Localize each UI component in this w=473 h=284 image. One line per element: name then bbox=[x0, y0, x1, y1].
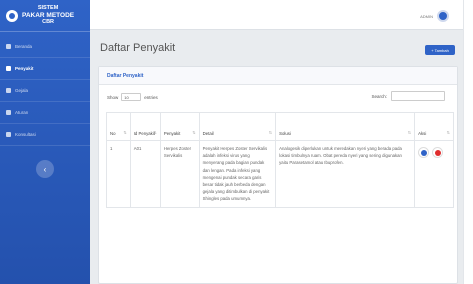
row-actions bbox=[418, 145, 450, 158]
delete-button[interactable] bbox=[432, 147, 444, 158]
trash-icon bbox=[434, 149, 441, 156]
col-header-solusi[interactable]: Solusi ⇅ bbox=[275, 112, 416, 141]
list-icon bbox=[6, 88, 11, 93]
vertical-scrollbar[interactable] bbox=[463, 0, 473, 284]
search-label: Search: bbox=[371, 93, 387, 99]
entries-label: entries bbox=[144, 94, 158, 100]
search-input[interactable] bbox=[391, 91, 445, 101]
cell-penyakit: Herpes Zoster Servikalis bbox=[159, 140, 200, 208]
sort-icon: ⇅ bbox=[407, 130, 412, 135]
topbar: ADMIN bbox=[90, 0, 463, 30]
brand[interactable]: SISTEM PAKAR METODE CBR bbox=[0, 0, 90, 32]
col-header-no[interactable]: No ⇅ bbox=[106, 112, 131, 141]
sidebar-item-penyakit[interactable]: Penyakit bbox=[0, 58, 90, 80]
brand-line2: PAKAR METODE bbox=[22, 12, 75, 19]
edit-icon bbox=[420, 149, 427, 156]
sort-icon: ⇅ bbox=[268, 130, 273, 135]
sidebar-item-konsultasi[interactable]: Konsultasi bbox=[0, 124, 90, 146]
user-icon bbox=[6, 132, 11, 137]
show-label: Show bbox=[107, 94, 119, 100]
cell-solusi: Analogesik diperlukan untuk meredakan ny… bbox=[275, 140, 416, 208]
sidebar-item-label: Penyakit bbox=[15, 66, 34, 71]
cell-id: A01 bbox=[129, 140, 161, 208]
rules-icon bbox=[6, 110, 11, 115]
user-menu[interactable]: ADMIN bbox=[420, 10, 449, 22]
sidebar-item-label: Beranda bbox=[15, 44, 33, 49]
sidebar-toggle-button[interactable]: ‹ bbox=[36, 160, 54, 178]
table-icon bbox=[6, 66, 11, 71]
sort-icon: ⇅ bbox=[192, 130, 196, 135]
cell-detail: Penyakit Herpes Zoster Servikalis adalah… bbox=[198, 140, 277, 208]
card-title: Daftar Penyakit bbox=[99, 67, 457, 85]
add-button[interactable]: + Tambah bbox=[425, 45, 455, 55]
logo-icon bbox=[6, 9, 18, 22]
sidebar-item-label: Gejala bbox=[15, 88, 29, 93]
data-table: No ⇅ Id Penyakit ⇅ Penyakit ⇅ Detail ⇅ Solus… bbox=[106, 112, 454, 208]
table-controls: Show 10 entries Search: bbox=[99, 85, 457, 107]
sort-icon: ⇅ bbox=[446, 130, 450, 135]
page-title: Daftar Penyakit bbox=[100, 42, 176, 54]
cell-no: 1 bbox=[106, 140, 131, 208]
cell-aksi bbox=[414, 140, 454, 208]
entries-select[interactable]: 10 bbox=[121, 93, 142, 101]
sort-icon: ⇅ bbox=[153, 130, 157, 135]
col-header-penyakit[interactable]: Penyakit ⇅ bbox=[159, 112, 200, 141]
chevron-left-icon: ‹ bbox=[43, 164, 47, 174]
brand-line3: CBR bbox=[42, 19, 55, 25]
sidebar: SISTEM PAKAR METODE CBR Beranda Penyakit… bbox=[0, 0, 90, 284]
col-header-id[interactable]: Id Penyakit ⇅ bbox=[129, 112, 161, 141]
sort-icon: ⇅ bbox=[123, 130, 127, 135]
sidebar-item-gejala[interactable]: Gejala bbox=[0, 80, 90, 102]
sidebar-nav: Beranda Penyakit Gejala Aturan Konsultas… bbox=[0, 36, 90, 146]
brand-line1: SISTEM bbox=[37, 5, 59, 11]
avatar bbox=[437, 10, 449, 22]
home-icon bbox=[6, 44, 11, 49]
sidebar-item-beranda[interactable]: Beranda bbox=[0, 36, 90, 58]
sidebar-item-label: Konsultasi bbox=[15, 132, 36, 137]
edit-button[interactable] bbox=[418, 147, 430, 158]
user-name: ADMIN bbox=[420, 13, 433, 19]
table-row: 1 A01 Herpes Zoster Servikalis Penyakit … bbox=[106, 140, 454, 208]
col-header-aksi[interactable]: Aksi ⇅ bbox=[414, 112, 454, 141]
search-box: Search: bbox=[371, 91, 445, 101]
col-header-detail[interactable]: Detail ⇅ bbox=[198, 112, 277, 141]
show-entries: Show 10 entries bbox=[107, 93, 158, 101]
sidebar-item-aturan[interactable]: Aturan bbox=[0, 102, 90, 124]
table-header-row: No ⇅ Id Penyakit ⇅ Penyakit ⇅ Detail ⇅ Solus… bbox=[106, 112, 454, 141]
sidebar-item-label: Aturan bbox=[15, 110, 29, 115]
brand-text: SISTEM PAKAR METODE CBR bbox=[22, 5, 74, 26]
